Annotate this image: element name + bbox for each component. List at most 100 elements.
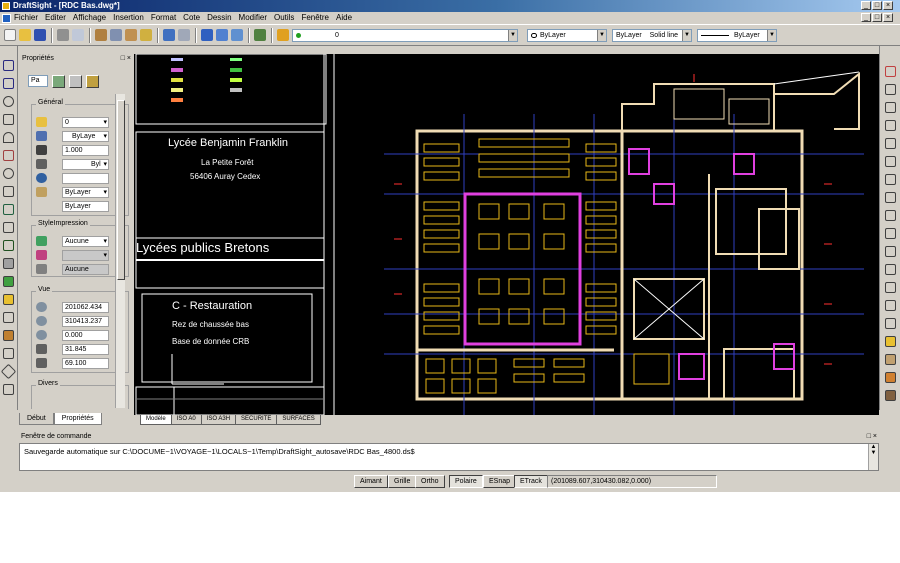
properties-scrollbar[interactable] (115, 94, 125, 408)
linestyle-combo[interactable]: ByLayer Solid line ▼ (612, 29, 692, 42)
prop-scale-value[interactable]: 1.000 (62, 145, 109, 156)
erase-tool-icon[interactable] (885, 66, 896, 77)
paste-icon[interactable] (125, 29, 137, 41)
fillet-tool-icon[interactable] (885, 318, 896, 329)
prop-center-x-value[interactable]: 201062.434 (62, 302, 109, 313)
menu-insertion[interactable]: Insertion (113, 13, 144, 22)
region-tool-icon[interactable] (3, 258, 14, 269)
rectangle-tool-icon[interactable] (3, 114, 14, 125)
polygon-tool-icon[interactable] (3, 186, 14, 197)
entity-select[interactable]: Pa (28, 75, 48, 87)
prop-color-value[interactable]: ByLaye (62, 131, 109, 142)
prop-layer-value[interactable]: 0 (62, 117, 109, 128)
note-tool-icon[interactable] (3, 330, 14, 341)
toggle-etrack[interactable]: ETrack (514, 475, 548, 488)
zoom-window-icon[interactable] (216, 29, 228, 41)
match-properties-icon[interactable] (140, 29, 152, 41)
stretch-tool-icon[interactable] (885, 210, 896, 221)
menu-editer[interactable]: Editer (45, 13, 66, 22)
new-file-icon[interactable] (4, 29, 16, 41)
table-tool-icon[interactable] (3, 294, 14, 305)
move-tool-icon[interactable] (885, 156, 896, 167)
menu-outils[interactable]: Outils (274, 13, 294, 22)
prop-lineweight-value[interactable]: ByLayer (62, 187, 109, 198)
prop-height-value[interactable]: 31.845 (62, 344, 109, 355)
doc-minimize-button[interactable]: _ (861, 13, 871, 22)
measure-tool-icon[interactable] (3, 384, 14, 395)
tab-modele[interactable]: Modèle (140, 415, 172, 425)
menu-cote[interactable]: Cote (183, 13, 200, 22)
break-tool-icon[interactable] (885, 264, 896, 275)
rotate-tool-icon[interactable] (885, 174, 896, 185)
mirror-tool-icon[interactable] (885, 102, 896, 113)
tab-iso-a3h[interactable]: ISO A3H (200, 415, 237, 425)
prop-center-z-value[interactable]: 0.000 (62, 330, 109, 341)
spline-tool-icon[interactable] (3, 150, 14, 161)
scrollbar-thumb[interactable] (117, 100, 125, 280)
command-window[interactable]: Sauvegarde automatique sur C:\DOCUME~1\V… (19, 443, 879, 471)
edit-tool-icon[interactable] (885, 354, 896, 365)
menu-fenetre[interactable]: Fenêtre (301, 13, 329, 22)
document-icon[interactable] (2, 14, 11, 23)
layers-icon[interactable] (277, 29, 289, 41)
prop-center-y-value[interactable]: 310413.237 (62, 316, 109, 327)
text-tool-icon[interactable] (3, 312, 14, 323)
prop-transparency-value[interactable] (62, 173, 109, 184)
print-icon[interactable] (57, 29, 69, 41)
chevron-down-icon[interactable]: ▼ (767, 30, 776, 41)
quick-select-icon[interactable] (86, 75, 99, 88)
minimize-button[interactable]: _ (861, 1, 871, 10)
toggle-aimant[interactable]: Aimant (354, 475, 388, 488)
prop-printstyle-value[interactable]: ByLayer (62, 201, 109, 212)
extend-tool-icon[interactable] (885, 246, 896, 257)
toggle-esnap[interactable]: ESnap (483, 475, 517, 488)
tab-securite[interactable]: SECURITE (235, 415, 278, 425)
select-objects-icon[interactable] (69, 75, 82, 88)
menu-affichage[interactable]: Affichage (73, 13, 106, 22)
command-window-buttons[interactable]: □ × (867, 431, 877, 442)
title-bar[interactable]: DraftSight - [RDC Bas.dwg*] _ □ × (0, 0, 900, 12)
prop-print-table-value[interactable] (62, 250, 109, 261)
redo-icon[interactable] (178, 29, 190, 41)
pan-icon[interactable] (201, 29, 213, 41)
prop-linestyle-value[interactable]: Byl (62, 159, 109, 170)
tab-surfaces[interactable]: SURFACES (276, 415, 321, 425)
menu-modifier[interactable]: Modifier (239, 13, 267, 22)
copy-tool-icon[interactable] (885, 84, 896, 95)
explode-tool-icon[interactable] (885, 336, 896, 347)
toggle-pickadd-icon[interactable] (52, 75, 65, 88)
command-scrollbar[interactable]: ▲ ▼ (868, 444, 878, 470)
menu-aide[interactable]: Aide (336, 13, 352, 22)
block-tool-icon[interactable] (3, 222, 14, 233)
chamfer-tool-icon[interactable] (885, 300, 896, 311)
cut-icon[interactable] (95, 29, 107, 41)
doc-restore-button[interactable]: □ (872, 13, 882, 22)
chevron-down-icon[interactable]: ▼ (508, 30, 517, 41)
chevron-down-icon[interactable]: ▼ (682, 30, 691, 41)
join-tool-icon[interactable] (885, 282, 896, 293)
zoom-previous-icon[interactable] (231, 29, 243, 41)
properties-tool-icon[interactable] (885, 372, 896, 383)
lineweight-combo[interactable]: ByLayer ▼ (697, 29, 777, 42)
line-tool-icon[interactable] (3, 60, 14, 71)
offset-tool-icon[interactable] (885, 120, 896, 131)
toggle-ortho[interactable]: Ortho (415, 475, 445, 488)
gradient-tool-icon[interactable] (3, 276, 14, 287)
save-icon[interactable] (34, 29, 46, 41)
layer-combo[interactable]: 0 ▼ (292, 29, 518, 42)
trim-tool-icon[interactable] (885, 228, 896, 239)
prop-print-style-value[interactable]: Aucune (62, 236, 109, 247)
tab-iso-a0[interactable]: ISO A0 (170, 415, 202, 425)
print-preview-icon[interactable] (72, 29, 84, 41)
maximize-button[interactable]: □ (872, 1, 882, 10)
circle-tool-icon[interactable] (3, 96, 14, 107)
toggle-grille[interactable]: Grille (388, 475, 417, 488)
drawing-canvas[interactable]: Lycée Benjamin Franklin La Petite Forêt … (134, 54, 879, 415)
layer-manager-icon[interactable] (254, 29, 266, 41)
cloud-tool-icon[interactable] (3, 348, 14, 359)
arc-tool-icon[interactable] (3, 132, 14, 143)
polyline-tool-icon[interactable] (3, 78, 14, 89)
copy-icon[interactable] (110, 29, 122, 41)
palette-tool-icon[interactable] (885, 390, 896, 401)
open-folder-icon[interactable] (19, 29, 31, 41)
